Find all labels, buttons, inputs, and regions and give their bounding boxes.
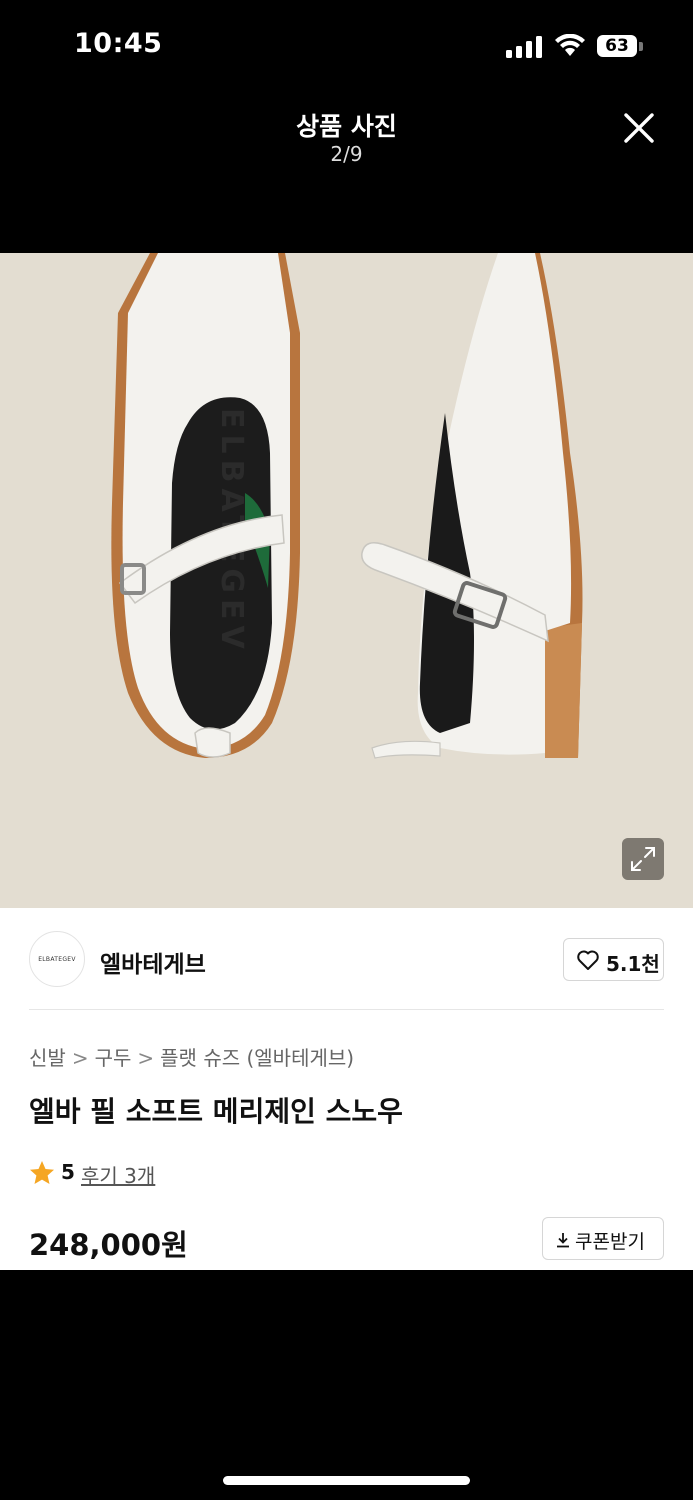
status-bar: 10:45 63 <box>0 0 693 90</box>
brand-row: ELBATEGEV 엘바테게브 5.1천 <box>0 908 693 1010</box>
breadcrumb: 신발 > 구두 > 플랫 슈즈 (엘바테게브) <box>29 1042 354 1071</box>
coupon-button[interactable]: 쿠폰받기 <box>542 1217 664 1260</box>
coupon-label: 쿠폰받기 <box>575 1231 645 1253</box>
breadcrumb-item-flat-shoes[interactable]: 플랫 슈즈 (엘바테게브) <box>160 1042 354 1071</box>
viewer-header: 상품 사진 2/9 <box>0 95 693 195</box>
status-time: 10:45 <box>74 28 163 59</box>
wifi-icon <box>555 34 585 56</box>
viewer-title: 상품 사진 <box>296 112 397 141</box>
like-button[interactable]: 5.1천 <box>563 938 664 981</box>
shoes-illustration: ELBATEGEV <box>111 253 583 759</box>
like-count: 5.1천 <box>606 952 660 976</box>
breadcrumb-separator: > <box>137 1046 155 1070</box>
photo-counter: 2/9 <box>330 142 363 166</box>
review-link[interactable]: 후기 3개 <box>81 1160 155 1189</box>
divider <box>29 1009 664 1010</box>
price: 248,000원 <box>29 1228 188 1262</box>
star-icon <box>30 1161 54 1184</box>
download-icon <box>557 1233 569 1248</box>
breadcrumb-item-shoes[interactable]: 신발 <box>29 1042 66 1071</box>
expand-icon[interactable] <box>622 838 664 880</box>
signal-icon <box>506 36 542 58</box>
brand-logo[interactable]: ELBATEGEV <box>29 931 85 987</box>
close-icon[interactable] <box>620 109 658 147</box>
product-photo[interactable]: ELBATEGEV <box>0 253 693 908</box>
breadcrumb-separator: > <box>71 1046 89 1070</box>
home-indicator[interactable] <box>223 1476 470 1485</box>
battery-cap <box>639 42 643 51</box>
breadcrumb-item-dress-shoes[interactable]: 구두 <box>95 1042 132 1071</box>
battery-icon: 63 <box>597 35 637 57</box>
product-info: ELBATEGEV 엘바테게브 5.1천 신발 > 구두 > 플랫 슈즈 (엘바테게브)… <box>0 908 693 1270</box>
brand-name[interactable]: 엘바테게브 <box>100 945 206 979</box>
rating-value: 5 <box>61 1160 75 1184</box>
product-title: 엘바 필 소프트 메리제인 스노우 <box>29 1095 403 1128</box>
heart-icon <box>577 950 599 970</box>
